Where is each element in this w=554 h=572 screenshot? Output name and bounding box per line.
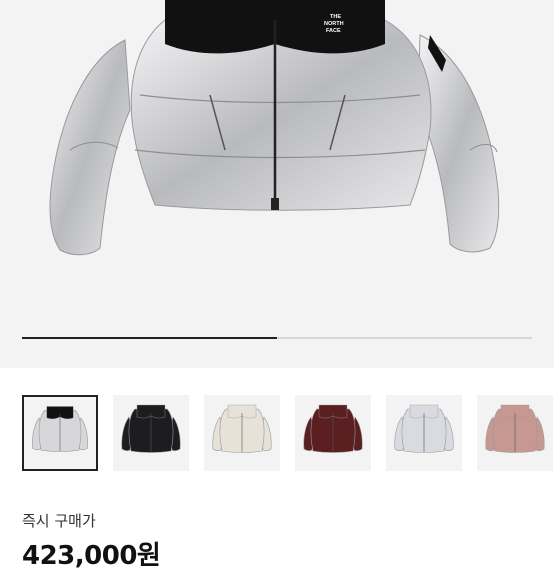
silver-puffer-jacket-image: THE NORTH FACE [49, 0, 500, 256]
jacket-thumbnail-icon [212, 404, 272, 453]
jacket-thumbnail-icon [121, 404, 181, 453]
light-silver-thumbnail[interactable] [386, 395, 462, 471]
product-hero-image[interactable]: THE NORTH FACE [0, 0, 554, 368]
instant-buy-label: 즉시 구매가 [22, 512, 96, 530]
svg-text:NORTH: NORTH [324, 21, 344, 27]
jacket-thumbnail-icon [485, 404, 545, 453]
svg-text:FACE: FACE [326, 28, 341, 34]
color-thumbnail-strip [22, 395, 553, 471]
silver-thumbnail[interactable] [22, 395, 98, 471]
jacket-thumbnail-icon [394, 404, 454, 453]
cream-thumbnail[interactable] [204, 395, 280, 471]
svg-text:THE: THE [330, 14, 341, 20]
jacket-thumbnail-icon [32, 406, 88, 452]
jacket-thumbnail-icon [303, 404, 363, 453]
gallery-progress-fill [22, 337, 277, 339]
gallery-progress-bar [22, 337, 532, 339]
burgundy-thumbnail[interactable] [295, 395, 371, 471]
black-thumbnail[interactable] [113, 395, 189, 471]
rose-thumbnail[interactable] [477, 395, 553, 471]
